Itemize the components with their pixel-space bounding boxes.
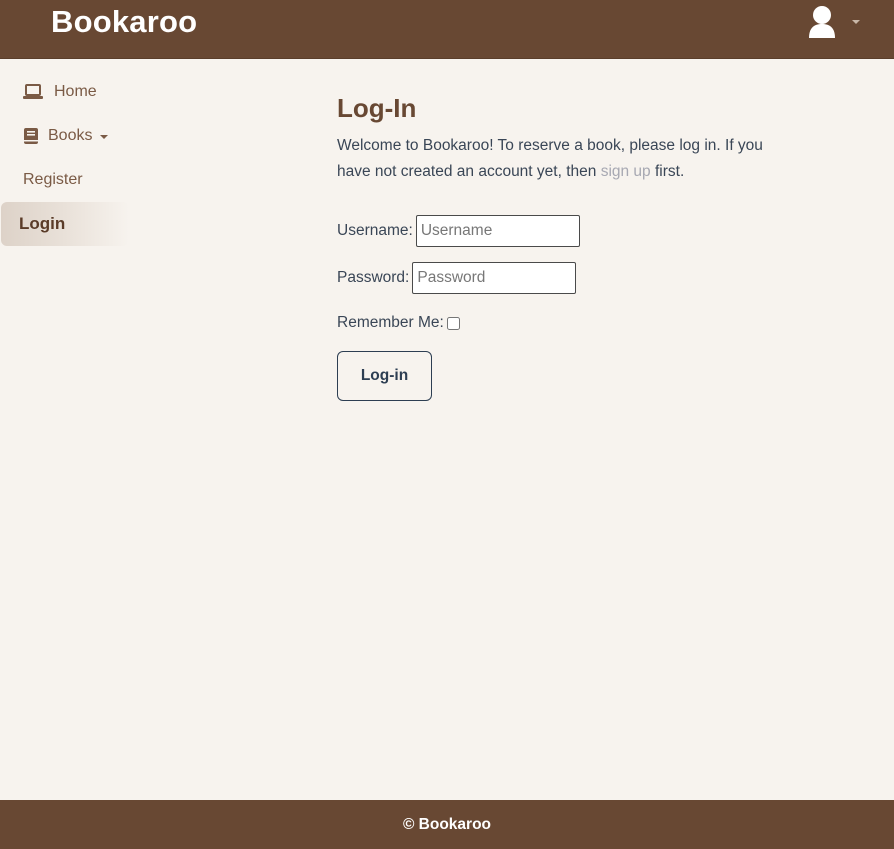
intro-text-after: first. [650, 163, 685, 180]
user-avatar-icon [808, 5, 836, 44]
intro-text: Welcome to Bookaroo! To reserve a book, … [337, 133, 777, 185]
password-label: Password: [337, 269, 410, 286]
user-menu-dropdown[interactable] [808, 5, 860, 39]
top-navbar: Bookaroo [0, 0, 894, 59]
sidebar-item-books[interactable]: Books [0, 114, 128, 158]
book-icon [23, 128, 39, 144]
brand-logo[interactable]: Bookaroo [51, 4, 197, 40]
password-row: Password: [337, 262, 577, 294]
laptop-icon [23, 84, 43, 100]
sidebar-item-label: Login [19, 214, 66, 233]
username-label: Username: [337, 222, 413, 239]
remember-me-row: Remember Me: [337, 314, 460, 332]
sign-up-link[interactable]: sign up [601, 163, 651, 180]
page-title: Log-In [337, 93, 417, 123]
sidebar-item-register[interactable]: Register [0, 158, 128, 202]
username-input[interactable] [415, 215, 580, 247]
remember-me-label: Remember Me: [337, 314, 444, 331]
chevron-down-icon [852, 20, 860, 24]
sidebar-item-home[interactable]: Home [0, 70, 128, 114]
username-row: Username: [337, 215, 580, 247]
login-button[interactable]: Log-in [337, 351, 432, 401]
remember-me-checkbox[interactable] [446, 316, 460, 330]
intro-text-before: Welcome to Bookaroo! To reserve a book, … [337, 137, 763, 180]
chevron-down-icon [100, 135, 109, 139]
footer-copyright: © Bookaroo [402, 815, 492, 833]
sidebar-item-label: Books [48, 127, 93, 144]
sidebar-item-label: Register [23, 171, 83, 188]
password-input[interactable] [412, 262, 577, 294]
sidebar-item-label: Home [54, 83, 97, 100]
main-content: Log-In Welcome to Bookaroo! To reserve a… [337, 91, 777, 401]
footer: © Bookaroo [0, 800, 894, 849]
sidebar-item-login[interactable]: Login [1, 202, 129, 246]
